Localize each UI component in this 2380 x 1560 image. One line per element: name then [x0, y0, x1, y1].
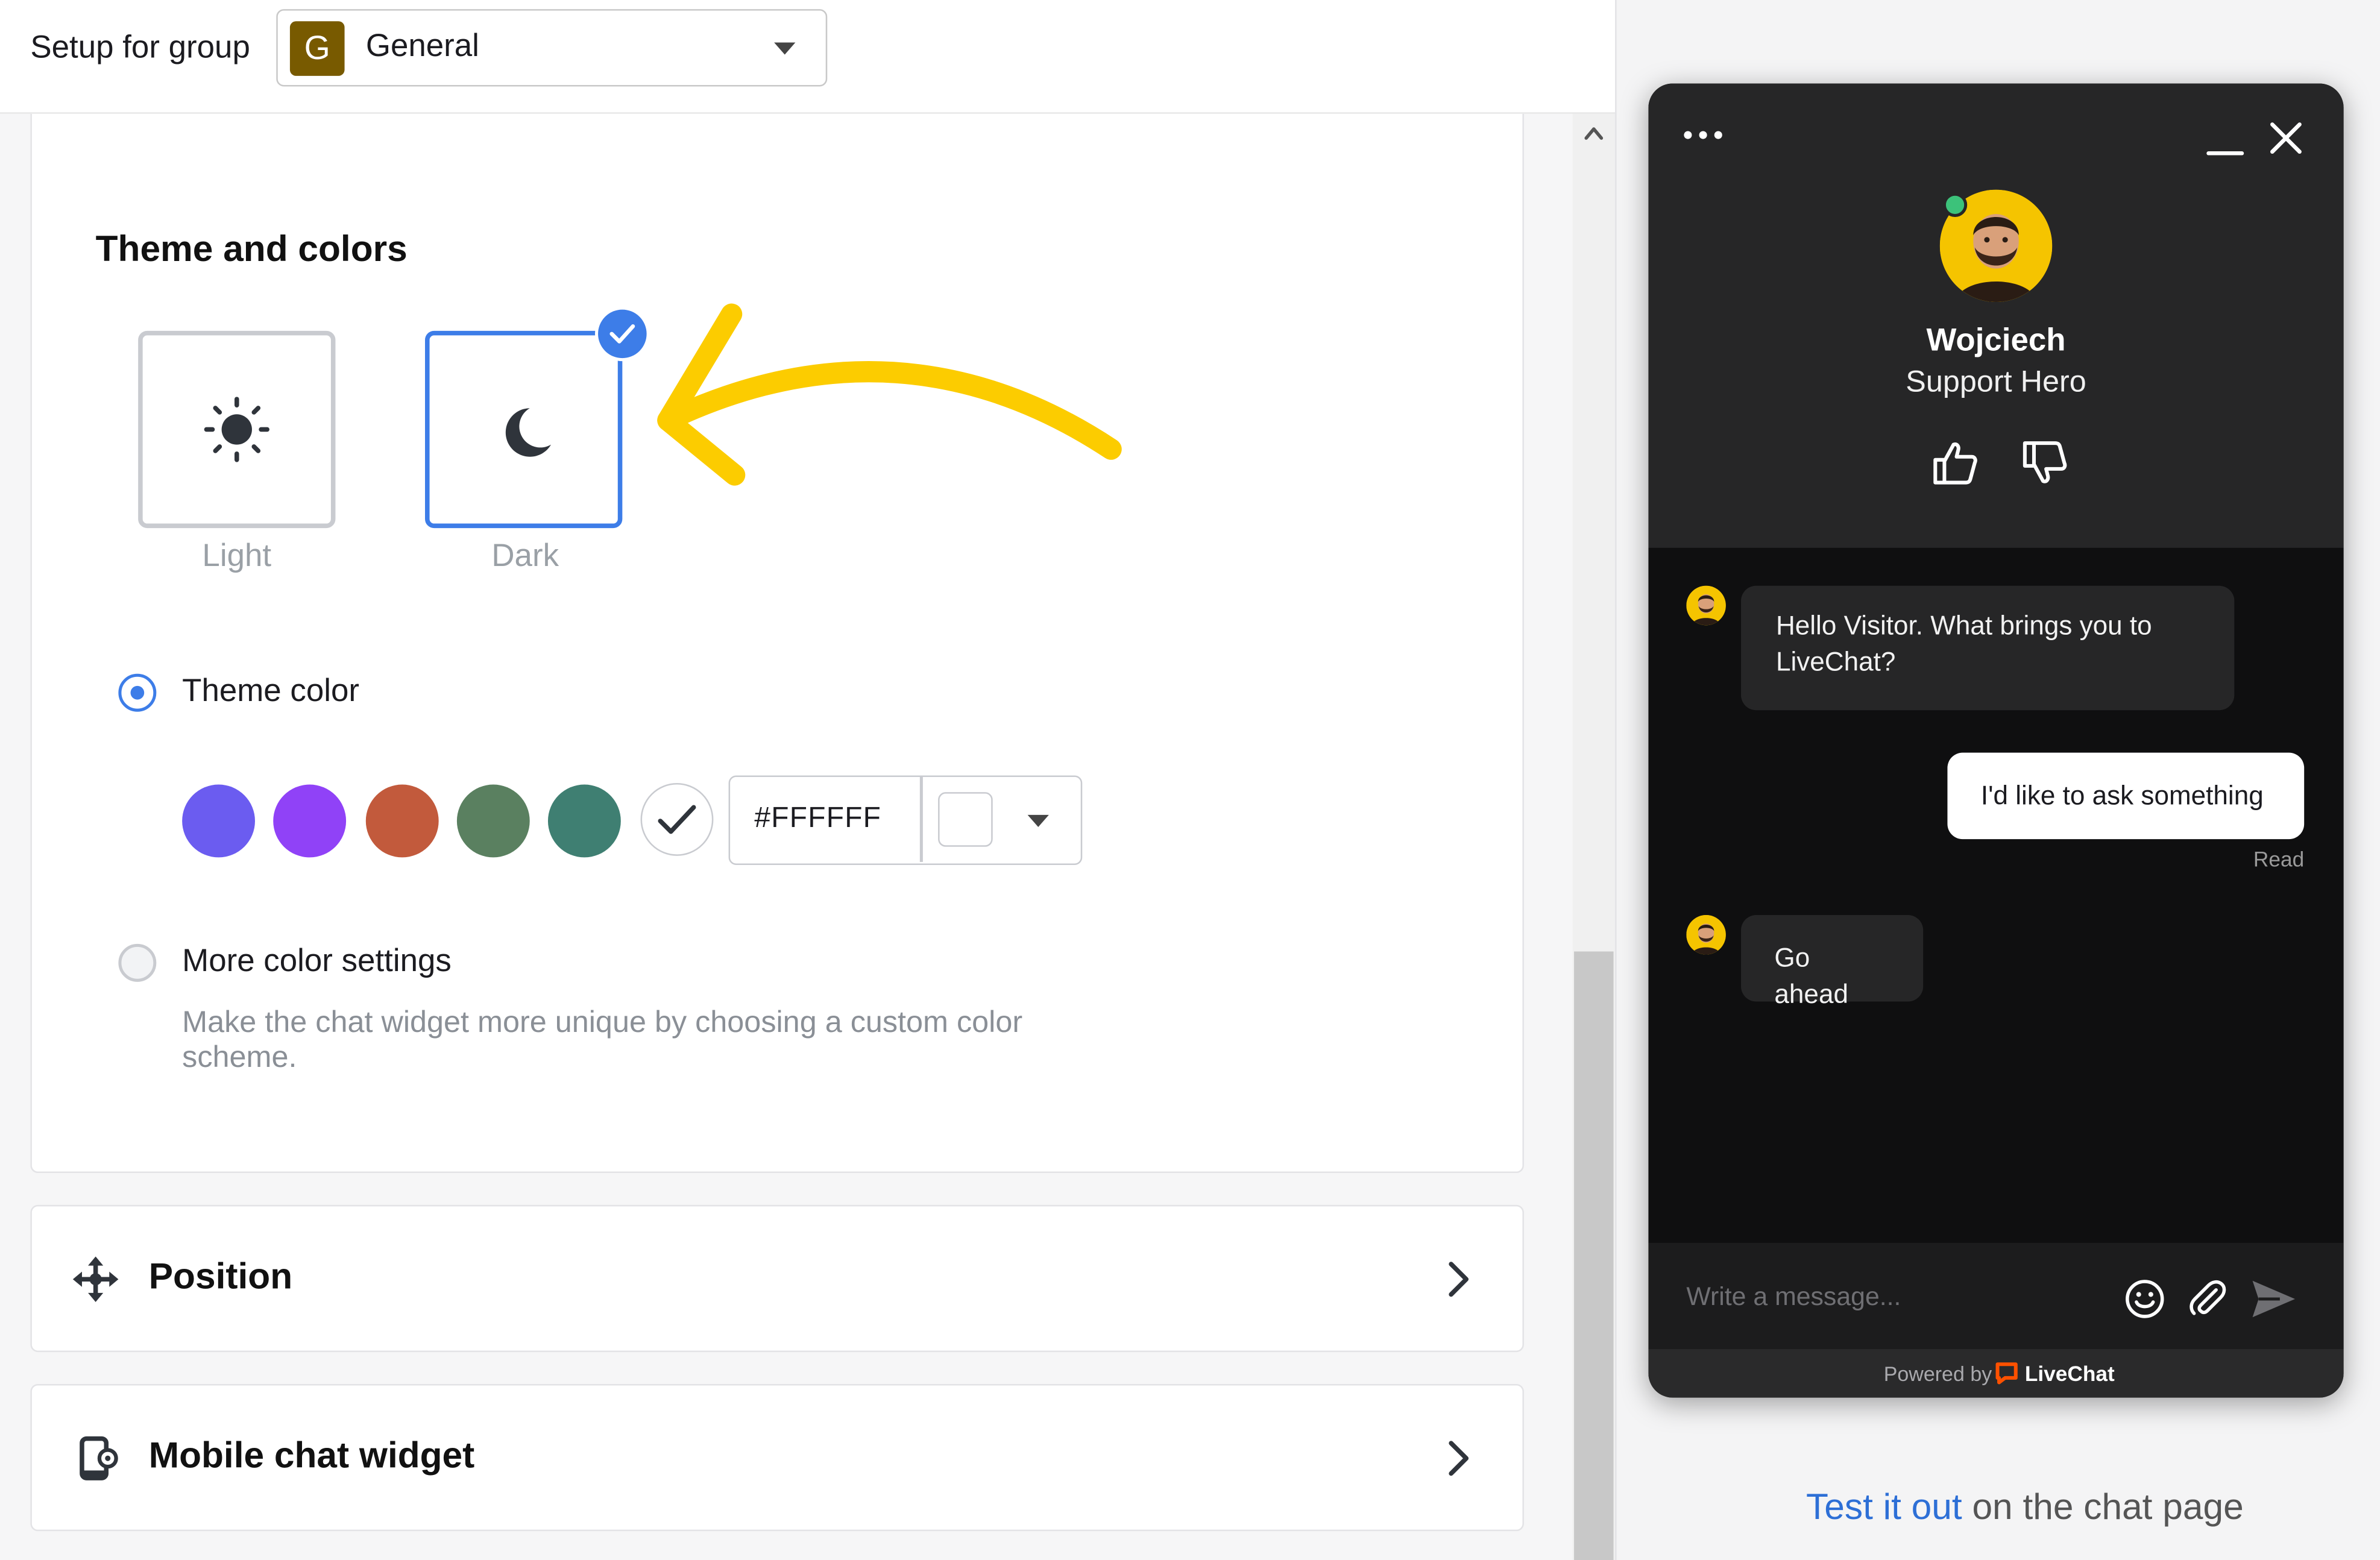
mobile-settings-icon: [80, 1436, 118, 1480]
agent-message-avatar: [1686, 585, 1726, 626]
visitor-message-bubble: I'd like to ask something: [1947, 752, 2305, 840]
powered-by-bar: Powered by LiveChat: [1648, 1349, 2344, 1398]
agent-message-avatar: [1686, 915, 1726, 955]
canvas: Setup for group G General Theme and colo…: [0, 0, 2380, 1560]
theme-color-label: Theme color: [182, 673, 360, 709]
color-preview: [938, 792, 993, 847]
chevron-right-icon: [1449, 1262, 1469, 1297]
thumbs-down-icon[interactable]: [2020, 439, 2069, 488]
mobile-chat-widget-title: Mobile chat widget: [148, 1435, 475, 1477]
scroll-up-icon[interactable]: [1582, 121, 1606, 145]
minimize-icon[interactable]: [2206, 123, 2245, 159]
caret-down-icon[interactable]: [1027, 814, 1049, 828]
theme-color-radio[interactable]: [118, 673, 157, 712]
move-arrows-icon: [72, 1256, 119, 1303]
test-it-out-link[interactable]: Test it out: [1806, 1487, 1962, 1528]
message-read-status: Read: [2253, 846, 2305, 872]
hex-color-input[interactable]: #FFFFFF: [728, 775, 1083, 865]
color-swatch-4[interactable]: [456, 784, 530, 858]
more-color-settings-description: Make the chat widget more unique by choo…: [182, 1006, 1023, 1075]
theme-option-light[interactable]: [138, 330, 336, 529]
hex-divider: [919, 776, 922, 862]
message-input[interactable]: Write a message...: [1686, 1282, 1901, 1312]
color-swatch-3[interactable]: [365, 784, 439, 858]
sun-icon: [204, 397, 269, 462]
more-color-settings-label: More color settings: [182, 943, 452, 979]
group-select[interactable]: G General: [276, 9, 828, 87]
setup-group-label: Setup for group: [30, 30, 250, 66]
close-icon[interactable]: [2266, 118, 2305, 157]
livechat-logo-icon: [1995, 1362, 2018, 1385]
group-avatar: G: [289, 21, 345, 76]
position-section[interactable]: Position: [30, 1204, 1524, 1353]
caret-down-icon: [774, 42, 796, 55]
theme-section-title: Theme and colors: [95, 229, 408, 271]
annotation-arrow-icon: [657, 303, 1122, 486]
chat-widget-preview: Wojciech Support Hero Hello Visitor. Wha…: [1648, 83, 2344, 1398]
scrollbar-thumb[interactable]: [1574, 951, 1614, 1560]
emoji-icon[interactable]: [2124, 1278, 2167, 1320]
agent-message-bubble: Hello Visitor. What brings you to LiveCh…: [1741, 585, 2235, 711]
thumbs-up-icon[interactable]: [1931, 439, 1980, 488]
moon-icon: [505, 408, 551, 457]
attachment-icon[interactable]: [2186, 1278, 2229, 1320]
more-color-settings-radio[interactable]: [118, 943, 157, 982]
color-swatch-white-selected[interactable]: [640, 783, 714, 856]
check-icon: [658, 805, 696, 834]
color-swatch-2[interactable]: [273, 784, 347, 858]
theme-option-dark[interactable]: [425, 330, 623, 529]
color-swatch-5[interactable]: [547, 784, 621, 858]
mobile-chat-widget-section[interactable]: Mobile chat widget: [30, 1383, 1524, 1532]
message-composer[interactable]: Write a message...: [1648, 1242, 2344, 1350]
test-it-out-line: Test it out on the chat page: [1615, 1487, 2380, 1529]
top-bar: Setup for group G General: [0, 0, 1616, 114]
chevron-right-icon: [1449, 1441, 1469, 1476]
livechat-brand: LiveChat: [2024, 1361, 2115, 1386]
chat-widget-header: Wojciech Support Hero: [1648, 83, 2344, 548]
theme-option-dark-label: Dark: [491, 538, 559, 574]
agent-message-bubble: Go ahead: [1741, 915, 1924, 1009]
send-icon[interactable]: [2250, 1275, 2299, 1324]
test-it-out-rest: on the chat page: [1962, 1487, 2244, 1529]
group-select-value: General: [365, 28, 479, 64]
color-swatch-1[interactable]: [182, 784, 256, 858]
powered-by-text: Powered by: [1883, 1362, 1992, 1386]
agent-name: Wojciech: [1926, 323, 2066, 359]
hex-color-value: #FFFFFF: [754, 802, 882, 835]
more-options-icon[interactable]: [1682, 126, 1728, 144]
online-status-dot: [1942, 192, 1968, 218]
position-title: Position: [148, 1256, 293, 1298]
agent-role: Support Hero: [1906, 365, 2086, 400]
theme-option-light-label: Light: [202, 538, 272, 574]
